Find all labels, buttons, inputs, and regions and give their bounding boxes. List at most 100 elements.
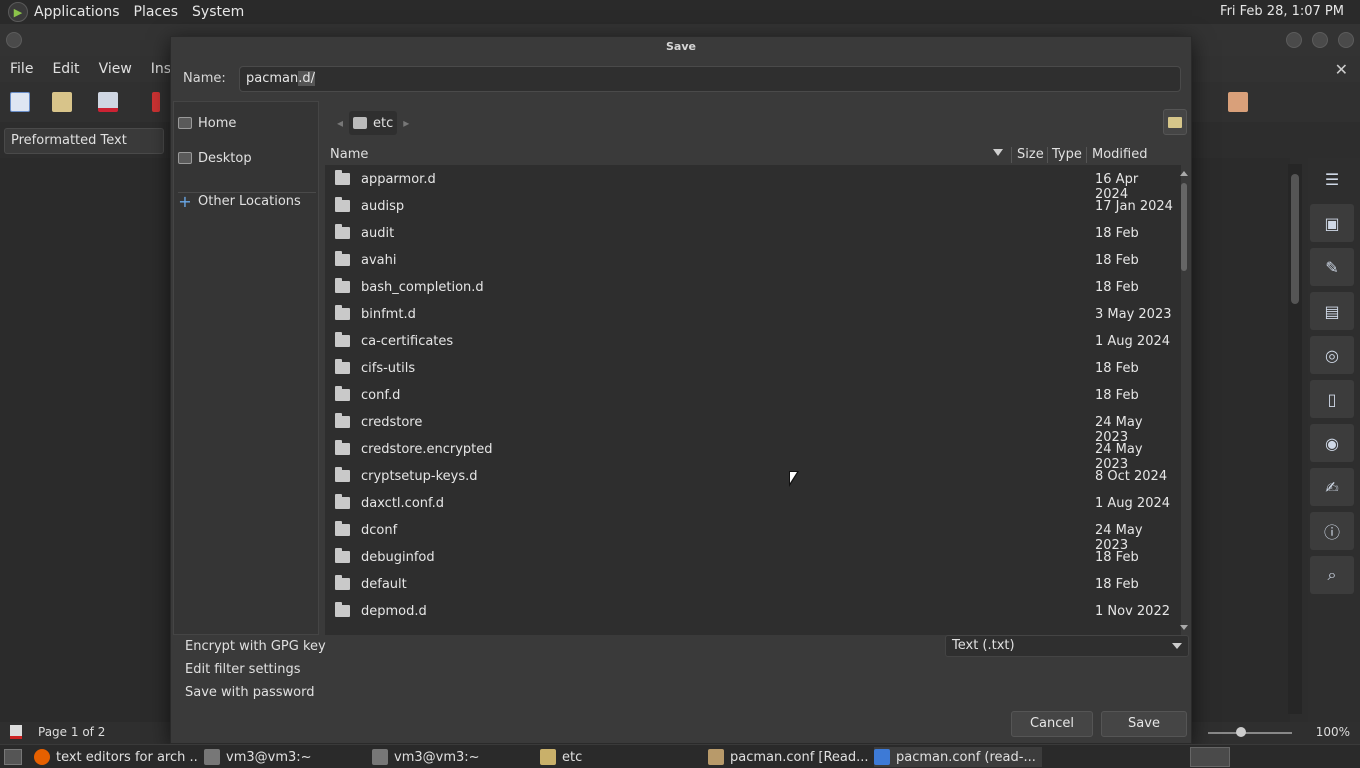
page-icon[interactable]: ▯ xyxy=(1310,380,1354,418)
file-row[interactable]: cryptsetup-keys.d 8 Oct 2024 xyxy=(325,464,1175,491)
save-button[interactable]: Save xyxy=(1101,711,1187,737)
column-type[interactable]: Type xyxy=(1052,147,1082,162)
top-panel: ▶ Applications Places System Fri Feb 28,… xyxy=(0,0,1360,24)
menu-system[interactable]: System xyxy=(192,4,244,20)
manage-changes-icon[interactable]: ✍ xyxy=(1310,468,1354,506)
file-type-value: Text (.txt) xyxy=(952,638,1015,653)
maximize-icon[interactable] xyxy=(1312,32,1328,48)
paragraph-style-combo[interactable]: Preformatted Text xyxy=(4,128,164,154)
show-desktop-icon[interactable] xyxy=(4,749,22,765)
file-row[interactable]: apparmor.d 16 Apr 2024 xyxy=(325,167,1175,202)
new-document-icon[interactable] xyxy=(10,92,30,112)
page-count[interactable]: Page 1 of 2 xyxy=(38,725,105,739)
file-row[interactable]: credstore.encrypted 24 May 2023 xyxy=(325,437,1175,472)
sort-descending-icon[interactable] xyxy=(993,149,1003,156)
menu-places[interactable]: Places xyxy=(134,4,179,20)
path-button-etc[interactable]: etc xyxy=(349,111,398,135)
file-row[interactable]: bash_completion.d 18 Feb xyxy=(325,275,1175,302)
scroll-up-icon[interactable] xyxy=(1180,171,1188,176)
document-status-icon xyxy=(10,725,22,739)
special-character-icon[interactable] xyxy=(1228,92,1248,112)
close-document-icon[interactable]: ✕ xyxy=(1335,60,1348,79)
file-name: avahi xyxy=(361,253,397,268)
zoom-slider[interactable] xyxy=(1208,727,1292,737)
applications-logo-icon[interactable]: ▶ xyxy=(8,2,28,22)
path-back-icon[interactable]: ◂ xyxy=(331,116,349,130)
create-folder-button[interactable] xyxy=(1163,109,1187,135)
taskbar-item[interactable]: vm3@vm3:~ xyxy=(204,747,364,767)
file-modified: 1 Aug 2024 xyxy=(1095,334,1171,349)
style-inspector-icon[interactable]: ◉ xyxy=(1310,424,1354,462)
menu-edit[interactable]: Edit xyxy=(52,61,79,77)
save-dialog: Save Name: pacman.d/ Home Desktop + Other… xyxy=(170,36,1192,744)
cancel-button[interactable]: Cancel xyxy=(1011,711,1093,737)
file-name: default xyxy=(361,577,407,592)
zoom-level[interactable]: 100% xyxy=(1316,725,1350,739)
taskbar-item[interactable]: pacman.conf (read-... xyxy=(874,747,1042,767)
file-type-select[interactable]: Text (.txt) xyxy=(945,635,1189,657)
file-name: daxctl.conf.d xyxy=(361,496,445,511)
close-window-icon[interactable] xyxy=(1338,32,1354,48)
option-edit-filter[interactable]: Edit filter settings xyxy=(185,662,301,677)
file-name: depmod.d xyxy=(361,604,427,619)
window-menu-icon[interactable] xyxy=(6,32,22,48)
file-row[interactable]: ca-certificates 1 Aug 2024 xyxy=(325,329,1175,356)
gallery-icon[interactable]: ▤ xyxy=(1310,292,1354,330)
column-separator xyxy=(1011,147,1012,163)
file-row[interactable]: audit 18 Feb xyxy=(325,221,1175,248)
column-size[interactable]: Size xyxy=(1017,147,1044,162)
menu-file[interactable]: File xyxy=(10,61,33,77)
text-editor-icon xyxy=(708,749,724,765)
file-name: audit xyxy=(361,226,395,241)
file-row[interactable]: conf.d 18 Feb xyxy=(325,383,1175,410)
taskbar-item[interactable]: pacman.conf [Read... xyxy=(708,747,868,767)
file-modified: 1 Aug 2024 xyxy=(1095,496,1171,511)
document-scrollbar[interactable] xyxy=(1288,164,1302,714)
option-encrypt-gpg[interactable]: Encrypt with GPG key xyxy=(185,639,326,654)
file-row[interactable]: dconf 24 May 2023 xyxy=(325,518,1175,553)
properties-icon[interactable]: ▣ xyxy=(1310,204,1354,242)
place-other-locations[interactable]: + Other Locations xyxy=(178,190,301,212)
file-row[interactable]: binfmt.d 3 May 2023 xyxy=(325,302,1175,329)
column-name[interactable]: Name xyxy=(330,147,368,162)
open-folder-icon[interactable] xyxy=(52,92,72,112)
clock[interactable]: Fri Feb 28, 1:07 PM xyxy=(1220,4,1344,19)
folder-icon xyxy=(335,170,350,185)
zoom-slider-knob[interactable] xyxy=(1236,727,1246,737)
column-modified[interactable]: Modified xyxy=(1092,147,1147,162)
path-forward-icon[interactable]: ▸ xyxy=(397,116,415,130)
file-row[interactable]: avahi 18 Feb xyxy=(325,248,1175,275)
file-list[interactable]: Name Size Type Modified apparmor.d 16 Apr… xyxy=(325,145,1181,635)
export-pdf-icon[interactable] xyxy=(152,92,160,112)
menu-view[interactable]: View xyxy=(99,61,132,77)
file-row[interactable]: audisp 17 Jan 2024 xyxy=(325,194,1175,221)
navigator-icon[interactable]: ◎ xyxy=(1310,336,1354,374)
document-scroll-thumb[interactable] xyxy=(1291,174,1299,304)
sidebar-menu-icon[interactable]: ☰ xyxy=(1310,160,1354,198)
taskbar-item[interactable]: vm3@vm3:~ xyxy=(372,747,532,767)
place-desktop[interactable]: Desktop xyxy=(178,147,252,169)
file-row[interactable]: daxctl.conf.d 1 Aug 2024 xyxy=(325,491,1175,518)
file-row[interactable]: default 18 Feb xyxy=(325,572,1175,599)
minimize-icon[interactable] xyxy=(1286,32,1302,48)
file-list-scroll-thumb[interactable] xyxy=(1181,183,1187,271)
folder-icon xyxy=(335,467,350,482)
file-list-scrollbar[interactable] xyxy=(1179,169,1189,633)
find-icon[interactable]: ⌕ xyxy=(1310,556,1354,594)
file-row[interactable]: credstore 24 May 2023 xyxy=(325,410,1175,445)
design-icon[interactable]: ⓘ xyxy=(1310,512,1354,550)
taskbar-item[interactable]: etc xyxy=(540,747,700,767)
menu-applications[interactable]: Applications xyxy=(34,4,120,20)
file-row[interactable]: depmod.d 1 Nov 2022 xyxy=(325,599,1175,626)
file-row[interactable]: debuginfod 18 Feb xyxy=(325,545,1175,572)
taskbar-item[interactable]: text editors for arch ... xyxy=(34,747,198,767)
filename-input[interactable]: pacman.d/ xyxy=(239,66,1181,92)
styles-icon[interactable]: ✎ xyxy=(1310,248,1354,286)
place-home[interactable]: Home xyxy=(178,112,236,134)
file-row[interactable]: cifs-utils 18 Feb xyxy=(325,356,1175,383)
save-icon[interactable] xyxy=(98,92,118,112)
option-save-password[interactable]: Save with password xyxy=(185,685,314,700)
scroll-down-icon[interactable] xyxy=(1180,625,1188,630)
workspace-switcher[interactable] xyxy=(1190,747,1230,767)
file-name: ca-certificates xyxy=(361,334,454,349)
